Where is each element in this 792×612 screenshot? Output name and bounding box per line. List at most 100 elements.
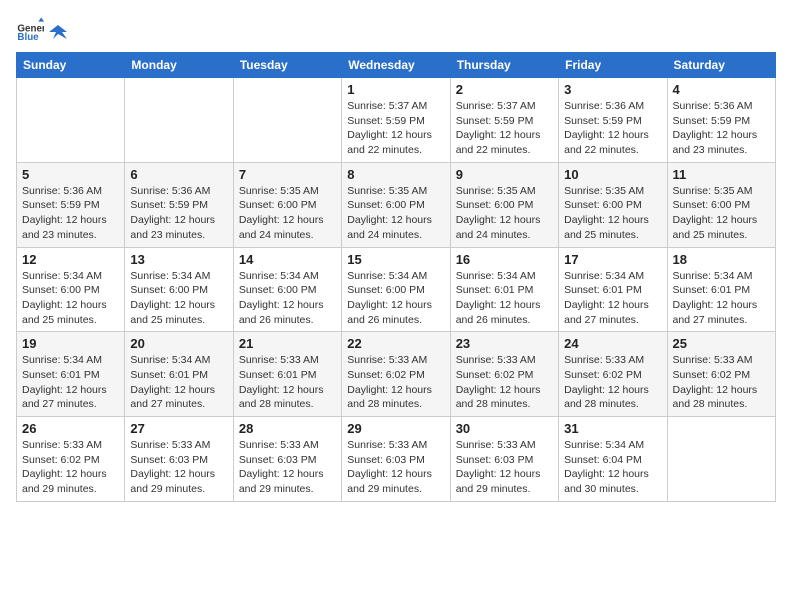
calendar-cell: 24 Sunrise: 5:33 AM Sunset: 6:02 PM Dayli… [559,332,667,417]
day-number: 18 [673,252,770,267]
calendar-cell: 11Sunrise: 5:35 AM Sunset: 6:00 PM Dayli… [667,162,775,247]
calendar-week-row: 12 Sunrise: 5:34 AM Sunset: 6:00 PM Dayli… [17,247,776,332]
day-info: Sunrise: 5:33 AM Sunset: 6:03 PM Dayligh… [456,438,553,497]
day-info: Sunrise: 5:35 AM Sunset: 6:00 PM Dayligh… [673,184,770,243]
day-number: 7 [239,167,336,182]
day-number: 28 [239,421,336,436]
header-sunday: Sunday [17,53,125,78]
day-number: 27 [130,421,227,436]
day-info: Sunrise: 5:36 AM Sunset: 5:59 PM Dayligh… [22,184,119,243]
calendar-cell: 29 Sunrise: 5:33 AM Sunset: 6:03 PM Dayli… [342,417,450,502]
day-info: Sunrise: 5:33 AM Sunset: 6:02 PM Dayligh… [673,353,770,412]
day-info: Sunrise: 5:33 AM Sunset: 6:01 PM Dayligh… [239,353,336,412]
day-number: 1 [347,82,444,97]
calendar-cell: 4Sunrise: 5:36 AM Sunset: 5:59 PM Daylig… [667,78,775,163]
calendar-cell: 9 Sunrise: 5:35 AM Sunset: 6:00 PM Daylig… [450,162,558,247]
logo-icon: General Blue [16,16,44,44]
day-number: 19 [22,336,119,351]
day-number: 29 [347,421,444,436]
svg-text:Blue: Blue [17,32,39,43]
day-number: 17 [564,252,661,267]
day-number: 8 [347,167,444,182]
calendar-cell: 20 Sunrise: 5:34 AM Sunset: 6:01 PM Dayli… [125,332,233,417]
day-info: Sunrise: 5:33 AM Sunset: 6:03 PM Dayligh… [347,438,444,497]
calendar-cell: 23 Sunrise: 5:33 AM Sunset: 6:02 PM Dayli… [450,332,558,417]
day-info: Sunrise: 5:36 AM Sunset: 5:59 PM Dayligh… [130,184,227,243]
header-wednesday: Wednesday [342,53,450,78]
calendar-cell: 14Sunrise: 5:34 AM Sunset: 6:00 PM Dayli… [233,247,341,332]
calendar-cell: 8 Sunrise: 5:35 AM Sunset: 6:00 PM Daylig… [342,162,450,247]
header-tuesday: Tuesday [233,53,341,78]
header-monday: Monday [125,53,233,78]
calendar-cell: 2Sunrise: 5:37 AM Sunset: 5:59 PM Daylig… [450,78,558,163]
day-number: 25 [673,336,770,351]
day-info: Sunrise: 5:33 AM Sunset: 6:02 PM Dayligh… [456,353,553,412]
calendar-cell [233,78,341,163]
day-number: 16 [456,252,553,267]
day-info: Sunrise: 5:34 AM Sunset: 6:01 PM Dayligh… [22,353,119,412]
calendar-header-row: SundayMondayTuesdayWednesdayThursdayFrid… [17,53,776,78]
day-number: 22 [347,336,444,351]
logo-bird-icon [49,23,67,41]
calendar-cell: 25 Sunrise: 5:33 AM Sunset: 6:02 PM Dayli… [667,332,775,417]
day-number: 13 [130,252,227,267]
day-info: Sunrise: 5:33 AM Sunset: 6:02 PM Dayligh… [22,438,119,497]
calendar-cell: 3 Sunrise: 5:36 AM Sunset: 5:59 PM Daylig… [559,78,667,163]
calendar-cell [125,78,233,163]
calendar-cell [17,78,125,163]
calendar-cell: 10Sunrise: 5:35 AM Sunset: 6:00 PM Dayli… [559,162,667,247]
calendar-week-row: 26 Sunrise: 5:33 AM Sunset: 6:02 PM Dayli… [17,417,776,502]
calendar-cell: 1 Sunrise: 5:37 AM Sunset: 5:59 PM Daylig… [342,78,450,163]
calendar-cell: 18 Sunrise: 5:34 AM Sunset: 6:01 PM Dayli… [667,247,775,332]
day-number: 20 [130,336,227,351]
calendar-cell: 22 Sunrise: 5:33 AM Sunset: 6:02 PM Dayli… [342,332,450,417]
calendar-week-row: 5 Sunrise: 5:36 AM Sunset: 5:59 PM Daylig… [17,162,776,247]
calendar-week-row: 1 Sunrise: 5:37 AM Sunset: 5:59 PM Daylig… [17,78,776,163]
header-friday: Friday [559,53,667,78]
day-info: Sunrise: 5:37 AM Sunset: 5:59 PM Dayligh… [347,99,444,158]
header-saturday: Saturday [667,53,775,78]
calendar-cell: 5 Sunrise: 5:36 AM Sunset: 5:59 PM Daylig… [17,162,125,247]
day-info: Sunrise: 5:33 AM Sunset: 6:02 PM Dayligh… [564,353,661,412]
day-info: Sunrise: 5:34 AM Sunset: 6:01 PM Dayligh… [130,353,227,412]
day-info: Sunrise: 5:35 AM Sunset: 6:00 PM Dayligh… [564,184,661,243]
logo: General Blue [16,16,68,44]
day-number: 2 [456,82,553,97]
calendar-cell: 13Sunrise: 5:34 AM Sunset: 6:00 PM Dayli… [125,247,233,332]
day-info: Sunrise: 5:33 AM Sunset: 6:03 PM Dayligh… [130,438,227,497]
day-info: Sunrise: 5:34 AM Sunset: 6:00 PM Dayligh… [22,269,119,328]
day-info: Sunrise: 5:33 AM Sunset: 6:02 PM Dayligh… [347,353,444,412]
day-number: 26 [22,421,119,436]
day-info: Sunrise: 5:34 AM Sunset: 6:01 PM Dayligh… [456,269,553,328]
day-number: 6 [130,167,227,182]
day-number: 3 [564,82,661,97]
calendar-cell: 28 Sunrise: 5:33 AM Sunset: 6:03 PM Dayli… [233,417,341,502]
calendar-cell: 16 Sunrise: 5:34 AM Sunset: 6:01 PM Dayli… [450,247,558,332]
day-info: Sunrise: 5:34 AM Sunset: 6:00 PM Dayligh… [347,269,444,328]
calendar-cell: 21 Sunrise: 5:33 AM Sunset: 6:01 PM Dayli… [233,332,341,417]
day-number: 9 [456,167,553,182]
day-number: 24 [564,336,661,351]
calendar-cell [667,417,775,502]
calendar-cell: 17Sunrise: 5:34 AM Sunset: 6:01 PM Dayli… [559,247,667,332]
header-thursday: Thursday [450,53,558,78]
day-info: Sunrise: 5:36 AM Sunset: 5:59 PM Dayligh… [564,99,661,158]
calendar-week-row: 19 Sunrise: 5:34 AM Sunset: 6:01 PM Dayli… [17,332,776,417]
day-info: Sunrise: 5:34 AM Sunset: 6:01 PM Dayligh… [673,269,770,328]
day-info: Sunrise: 5:34 AM Sunset: 6:04 PM Dayligh… [564,438,661,497]
calendar-cell: 30Sunrise: 5:33 AM Sunset: 6:03 PM Dayli… [450,417,558,502]
day-number: 23 [456,336,553,351]
calendar-cell: 6 Sunrise: 5:36 AM Sunset: 5:59 PM Daylig… [125,162,233,247]
day-number: 21 [239,336,336,351]
day-info: Sunrise: 5:35 AM Sunset: 6:00 PM Dayligh… [239,184,336,243]
calendar-cell: 27 Sunrise: 5:33 AM Sunset: 6:03 PM Dayli… [125,417,233,502]
day-info: Sunrise: 5:34 AM Sunset: 6:00 PM Dayligh… [239,269,336,328]
day-info: Sunrise: 5:35 AM Sunset: 6:00 PM Dayligh… [347,184,444,243]
day-number: 5 [22,167,119,182]
page-header: General Blue [16,16,776,44]
day-number: 12 [22,252,119,267]
calendar-cell: 12 Sunrise: 5:34 AM Sunset: 6:00 PM Dayli… [17,247,125,332]
day-info: Sunrise: 5:33 AM Sunset: 6:03 PM Dayligh… [239,438,336,497]
calendar-table: SundayMondayTuesdayWednesdayThursdayFrid… [16,52,776,502]
day-info: Sunrise: 5:35 AM Sunset: 6:00 PM Dayligh… [456,184,553,243]
